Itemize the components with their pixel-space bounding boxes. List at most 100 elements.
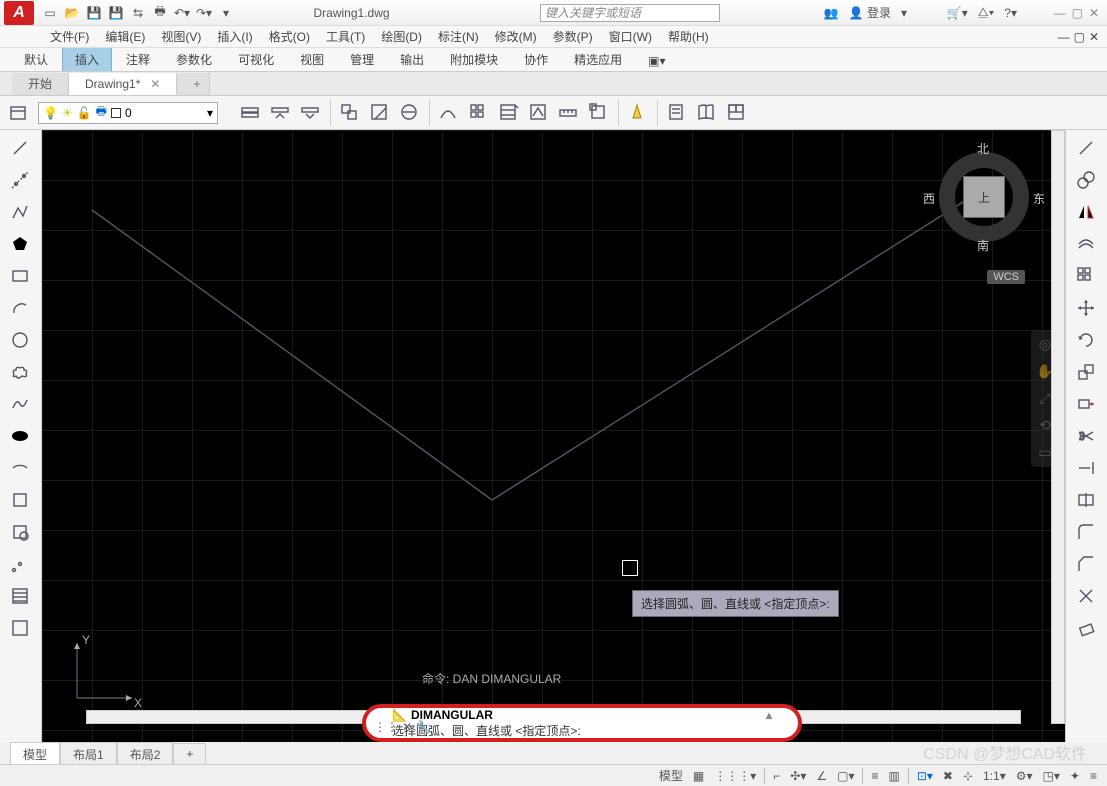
scale-tool[interactable] (1069, 358, 1105, 388)
laystate-icon[interactable] (238, 100, 264, 126)
doc-minimize-icon[interactable]: — (1058, 30, 1070, 44)
search-input[interactable]: 键入关键字或短语 (540, 4, 720, 22)
hatch-tool-icon[interactable] (496, 100, 522, 126)
copy-tool[interactable] (1069, 166, 1105, 196)
redo-icon[interactable]: ↷▾ (196, 5, 212, 21)
ortho-icon[interactable]: ⌐ (771, 769, 782, 783)
steering-wheel-icon[interactable]: ◎ (1039, 336, 1051, 353)
explode-tool[interactable] (1069, 582, 1105, 612)
doc-close-icon[interactable]: ✕ (1089, 30, 1099, 44)
tab-layout2[interactable]: 布局2 (117, 742, 174, 767)
tab-add-button[interactable]: + (177, 73, 210, 95)
cmd-close-icon[interactable]: ✕ (402, 720, 412, 734)
exchange-icon[interactable]: 🛒▾ (947, 6, 968, 20)
layer-props-icon[interactable] (6, 100, 32, 126)
dyn-icon[interactable]: ⊹ (961, 769, 975, 783)
viewcube-south[interactable]: 南 (977, 237, 989, 254)
tab-annotate[interactable]: 注释 (114, 48, 162, 71)
vertical-scrollbar[interactable] (1051, 130, 1065, 724)
extend-tool[interactable] (1069, 454, 1105, 484)
viewcube-north[interactable]: 北 (977, 140, 989, 157)
measure-icon[interactable] (556, 100, 582, 126)
layoff-icon[interactable] (298, 100, 324, 126)
help-icon[interactable]: ?▾ (1004, 6, 1017, 20)
make-block-tool[interactable] (3, 518, 39, 548)
cmd-wrench-icon[interactable]: 🔧 (416, 720, 431, 734)
osnap-icon[interactable]: ▢▾ (835, 769, 856, 783)
tab-default[interactable]: 默认 (12, 48, 60, 71)
orbit-icon[interactable]: ⟲ (1039, 417, 1051, 434)
snap-toggle-icon[interactable]: ⋮⋮⋮▾ (712, 769, 758, 783)
drawing-canvas[interactable]: 选择圆弧、圆、直线或 <指定顶点>: 命令: DAN DIMANGULAR 上 … (42, 130, 1065, 742)
objectsnap-icon[interactable]: ⊡▾ (915, 769, 935, 783)
gear-icon[interactable]: ⚙▾ (1014, 769, 1035, 783)
menu-edit[interactable]: 编辑(E) (105, 28, 145, 45)
array-icon[interactable] (466, 100, 492, 126)
maximize-button[interactable]: ▢ (1072, 6, 1083, 20)
chevron-down-icon[interactable]: ▾ (207, 106, 213, 120)
zoom-extents-icon[interactable]: ⤢ (1039, 390, 1050, 407)
attsync-icon[interactable] (397, 100, 423, 126)
sc-icon[interactable]: 1:1▾ (981, 769, 1008, 783)
hatch-tool[interactable] (3, 582, 39, 612)
dropdown-icon[interactable]: ▾ (901, 6, 907, 20)
polar-icon[interactable]: ✣▾ (788, 769, 808, 783)
clip-icon[interactable] (526, 100, 552, 126)
ellipse-tool[interactable] (3, 422, 39, 452)
spline-tool[interactable] (3, 390, 39, 420)
tab-close-icon[interactable]: ✕ (150, 77, 160, 91)
tab-featured[interactable]: 精选应用 (562, 48, 634, 71)
cleanscreen-icon[interactable] (625, 100, 651, 126)
stretch-tool[interactable] (1069, 390, 1105, 420)
circle-tool[interactable] (3, 326, 39, 356)
tab-visualize[interactable]: 可视化 (226, 48, 286, 71)
cmd-expand-icon[interactable]: ▴ (766, 708, 772, 722)
minimize-button[interactable]: — (1054, 6, 1066, 20)
tab-parametric[interactable]: 参数化 (164, 48, 224, 71)
iso-icon[interactable]: ◳▾ (1041, 769, 1062, 783)
chamfer-tool[interactable] (1069, 550, 1105, 580)
track-icon[interactable]: ∠ (814, 769, 829, 783)
layfreeze-icon[interactable] (268, 100, 294, 126)
revcloud-tool[interactable] (3, 358, 39, 388)
qat-more-icon[interactable]: ▾ (218, 5, 234, 21)
polygon-tool[interactable] (3, 230, 39, 260)
cmd-handle[interactable]: ⋮⋮✕🔧 (374, 720, 431, 734)
tab-start[interactable]: 开始 (12, 73, 69, 95)
menu-draw[interactable]: 绘图(D) (381, 28, 422, 45)
plot-icon[interactable]: 🖶 (152, 5, 168, 21)
polyline-tool[interactable] (3, 198, 39, 228)
viewcube-east[interactable]: 东 (1033, 190, 1045, 207)
menu-format[interactable]: 格式(O) (269, 28, 310, 45)
mirror-tool[interactable] (1069, 198, 1105, 228)
tab-collaborate[interactable]: 协作 (512, 48, 560, 71)
tab-drawing1[interactable]: Drawing1*✕ (69, 73, 177, 95)
rotate-tool[interactable] (1069, 326, 1105, 356)
palette-icon[interactable] (724, 100, 750, 126)
menu-help[interactable]: 帮助(H) (668, 28, 709, 45)
infocenter-icon[interactable]: 👥 (824, 6, 839, 20)
save-icon[interactable]: 💾 (86, 5, 102, 21)
showmotion-icon[interactable]: ▭ (1038, 444, 1051, 461)
status-menu-icon[interactable]: ≡ (1088, 769, 1099, 783)
point-tool[interactable] (3, 550, 39, 580)
menu-dimension[interactable]: 标注(N) (438, 28, 479, 45)
trim-tool[interactable] (1069, 422, 1105, 452)
wcs-badge[interactable]: WCS (987, 270, 1025, 284)
edit-block-icon[interactable] (367, 100, 393, 126)
lwt-icon[interactable]: ≡ (869, 769, 880, 783)
offset-tool[interactable] (1069, 230, 1105, 260)
ellipse-arc-tool[interactable] (3, 454, 39, 484)
line-tool[interactable] (3, 134, 39, 164)
menu-file[interactable]: 文件(F) (50, 28, 89, 45)
undo-icon[interactable]: ↶▾ (174, 5, 190, 21)
viewcube-face[interactable]: 上 (963, 176, 1005, 218)
menu-window[interactable]: 窗口(W) (609, 28, 652, 45)
tab-insert[interactable]: 插入 (62, 47, 112, 71)
app-logo[interactable]: A (4, 1, 34, 25)
layer-dropdown[interactable]: 💡 ☀ 🔓 🖶 0 ▾ (38, 102, 218, 124)
arc-tool[interactable] (3, 294, 39, 324)
status-model[interactable]: 模型 (657, 767, 685, 784)
menu-modify[interactable]: 修改(M) (495, 28, 537, 45)
construction-line-tool[interactable] (3, 166, 39, 196)
